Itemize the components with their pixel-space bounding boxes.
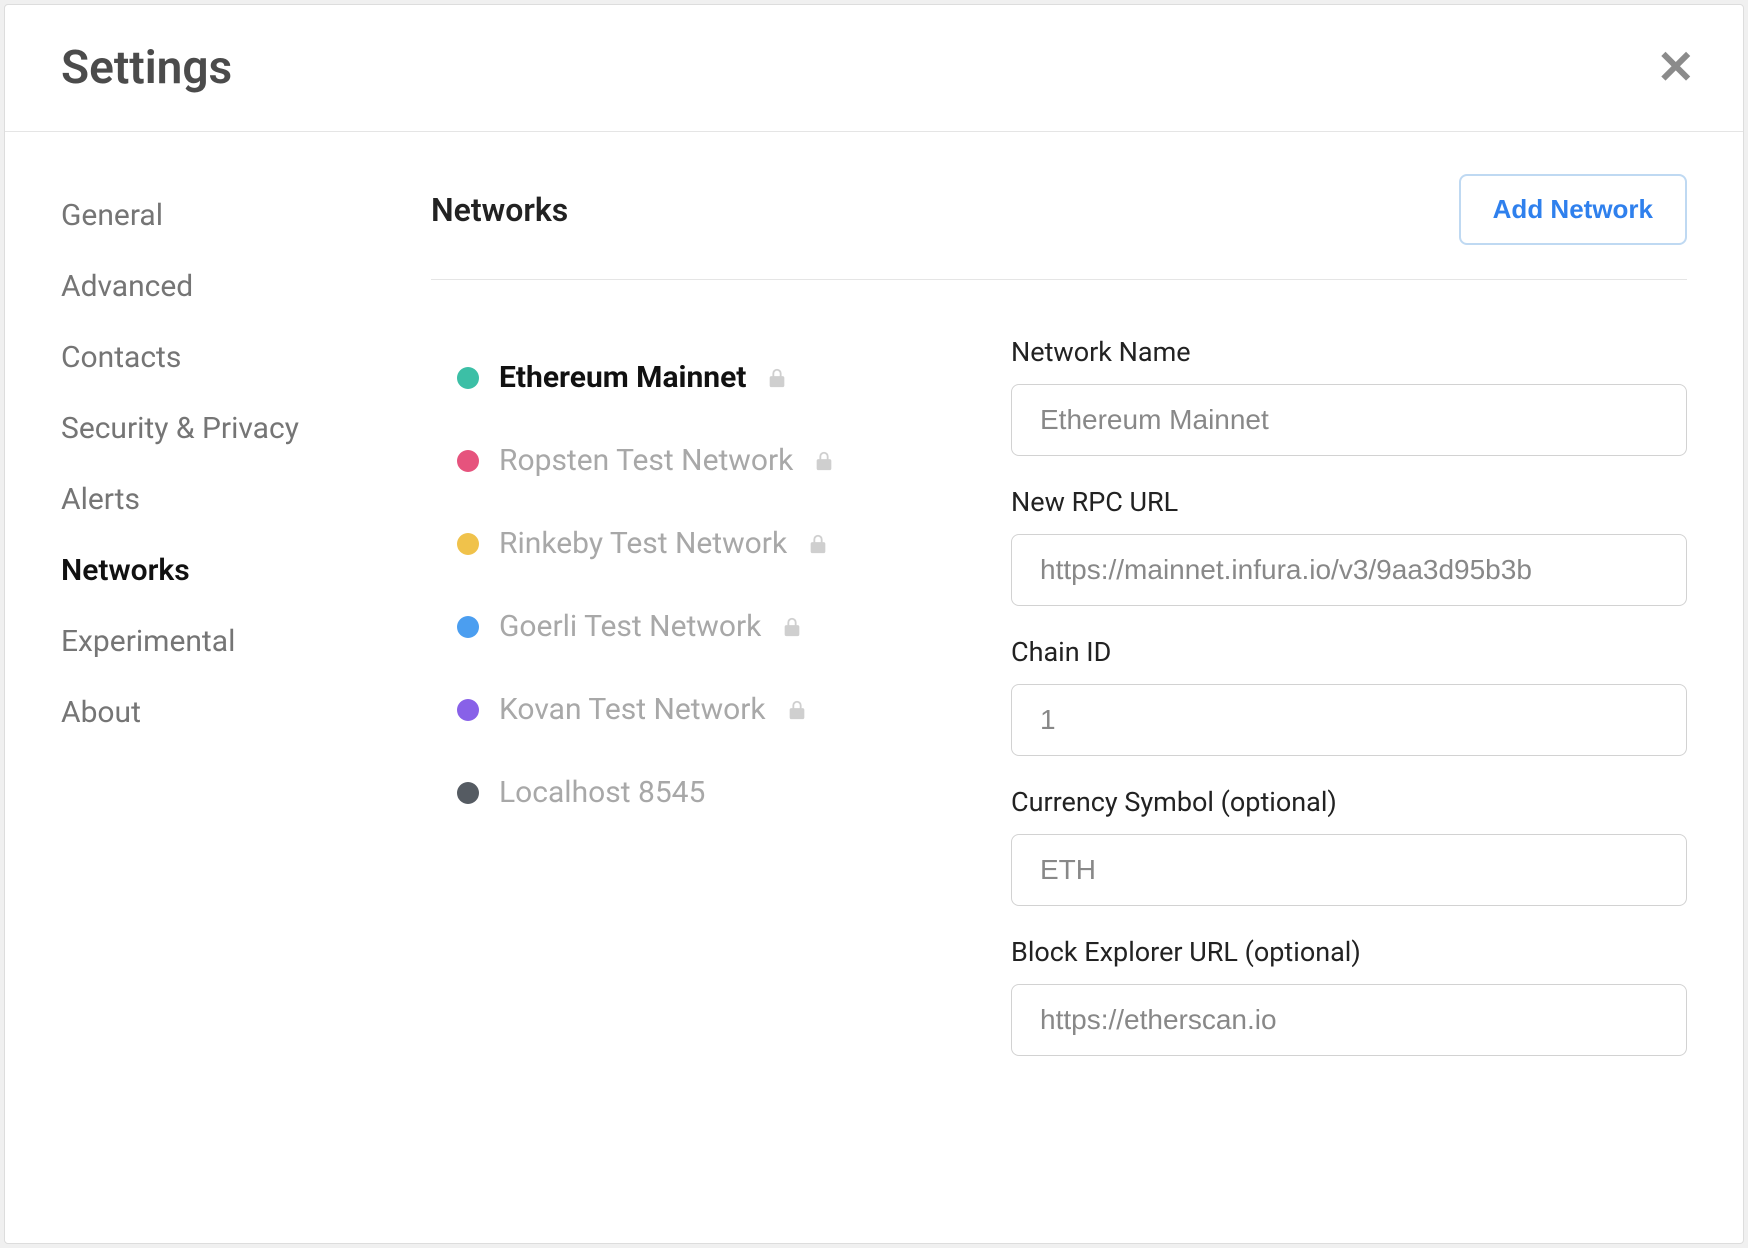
sidebar-item-experimental[interactable]: Experimental <box>61 606 375 677</box>
network-name-label: Network Name <box>1011 336 1687 368</box>
network-item[interactable]: Localhost 8545 <box>431 751 951 834</box>
sidebar-item-security-privacy[interactable]: Security & Privacy <box>61 393 375 464</box>
network-item[interactable]: Goerli Test Network <box>431 585 951 668</box>
network-item[interactable]: Rinkeby Test Network <box>431 502 951 585</box>
settings-sidebar: GeneralAdvancedContactsSecurity & Privac… <box>5 132 375 1243</box>
network-list: Ethereum Mainnet Ropsten Test Network Rink… <box>431 336 951 1243</box>
settings-window: Settings ✕ GeneralAdvancedContactsSecuri… <box>4 4 1744 1244</box>
lock-icon <box>766 367 788 389</box>
chain-id-label: Chain ID <box>1011 636 1687 668</box>
network-item[interactable]: Ethereum Mainnet <box>431 336 951 419</box>
block-explorer-input[interactable] <box>1011 984 1687 1056</box>
network-name-label: Rinkeby Test Network <box>499 526 787 561</box>
network-item[interactable]: Ropsten Test Network <box>431 419 951 502</box>
settings-header: Settings ✕ <box>5 5 1743 132</box>
sidebar-item-alerts[interactable]: Alerts <box>61 464 375 535</box>
sidebar-item-about[interactable]: About <box>61 677 375 748</box>
network-name-label: Ethereum Mainnet <box>499 360 746 395</box>
network-color-dot <box>457 699 479 721</box>
add-network-button[interactable]: Add Network <box>1459 174 1687 245</box>
sidebar-item-advanced[interactable]: Advanced <box>61 251 375 322</box>
sidebar-item-networks[interactable]: Networks <box>61 535 375 606</box>
section-title: Networks <box>431 191 568 229</box>
settings-main: Networks Add Network Ethereum Mainnet Rop… <box>375 132 1743 1243</box>
sidebar-item-contacts[interactable]: Contacts <box>61 322 375 393</box>
page-title: Settings <box>61 41 232 95</box>
networks-content: Ethereum Mainnet Ropsten Test Network Rink… <box>431 280 1687 1243</box>
network-name-input[interactable] <box>1011 384 1687 456</box>
lock-icon <box>813 450 835 472</box>
network-name-label: Ropsten Test Network <box>499 443 793 478</box>
currency-symbol-label: Currency Symbol (optional) <box>1011 786 1687 818</box>
network-color-dot <box>457 367 479 389</box>
lock-icon <box>781 616 803 638</box>
lock-icon <box>786 699 808 721</box>
settings-body: GeneralAdvancedContactsSecurity & Privac… <box>5 132 1743 1243</box>
sidebar-item-general[interactable]: General <box>61 180 375 251</box>
network-name-label: Localhost 8545 <box>499 775 705 810</box>
close-icon[interactable]: ✕ <box>1656 45 1695 91</box>
chain-id-input[interactable] <box>1011 684 1687 756</box>
network-color-dot <box>457 533 479 555</box>
network-name-label: Goerli Test Network <box>499 609 761 644</box>
network-name-label: Kovan Test Network <box>499 692 766 727</box>
block-explorer-label: Block Explorer URL (optional) <box>1011 936 1687 968</box>
main-header: Networks Add Network <box>431 174 1687 280</box>
network-color-dot <box>457 616 479 638</box>
lock-icon <box>807 533 829 555</box>
currency-symbol-input[interactable] <box>1011 834 1687 906</box>
network-item[interactable]: Kovan Test Network <box>431 668 951 751</box>
network-color-dot <box>457 782 479 804</box>
network-form: Network Name New RPC URL Chain ID Curren… <box>1011 336 1687 1243</box>
network-color-dot <box>457 450 479 472</box>
rpc-url-input[interactable] <box>1011 534 1687 606</box>
rpc-url-label: New RPC URL <box>1011 486 1687 518</box>
